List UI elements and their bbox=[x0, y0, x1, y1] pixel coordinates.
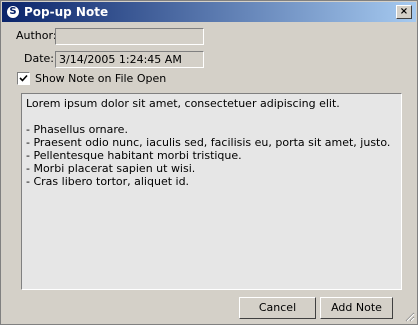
note-line: Lorem ipsum dolor sit amet, consectetuer… bbox=[26, 97, 340, 110]
author-field[interactable] bbox=[55, 28, 204, 45]
window-title: Pop-up Note bbox=[24, 5, 109, 19]
show-note-label[interactable]: Show Note on File Open bbox=[35, 72, 166, 86]
note-line bbox=[26, 110, 397, 123]
close-button[interactable]: × bbox=[396, 5, 412, 19]
resize-grip-icon[interactable] bbox=[403, 310, 415, 322]
popup-note-dialog: S Pop-up Note × Author: Date: 3/14/2005 … bbox=[0, 0, 418, 325]
note-line: - Praesent odio nunc, iaculis sed, facil… bbox=[26, 136, 391, 149]
add-note-button[interactable]: Add Note bbox=[320, 297, 393, 319]
app-logo-icon: S bbox=[6, 5, 20, 19]
date-field: 3/14/2005 1:24:45 AM bbox=[55, 51, 204, 68]
note-line: - Pellentesque habitant morbi tristique. bbox=[26, 149, 242, 162]
cancel-button[interactable]: Cancel bbox=[239, 297, 316, 319]
note-line: - Phasellus ornare. bbox=[26, 123, 128, 136]
title-bar[interactable]: S Pop-up Note × bbox=[2, 2, 416, 22]
date-label: Date: bbox=[24, 52, 54, 65]
show-note-checkbox[interactable] bbox=[17, 72, 30, 85]
note-text-area[interactable]: Lorem ipsum dolor sit amet, consectetuer… bbox=[21, 93, 402, 290]
checkmark-icon bbox=[19, 74, 28, 82]
author-label: Author: bbox=[16, 29, 57, 42]
note-line: - Morbi placerat sapien ut wisi. bbox=[26, 162, 196, 175]
note-line: - Cras libero tortor, aliquet id. bbox=[26, 175, 190, 188]
